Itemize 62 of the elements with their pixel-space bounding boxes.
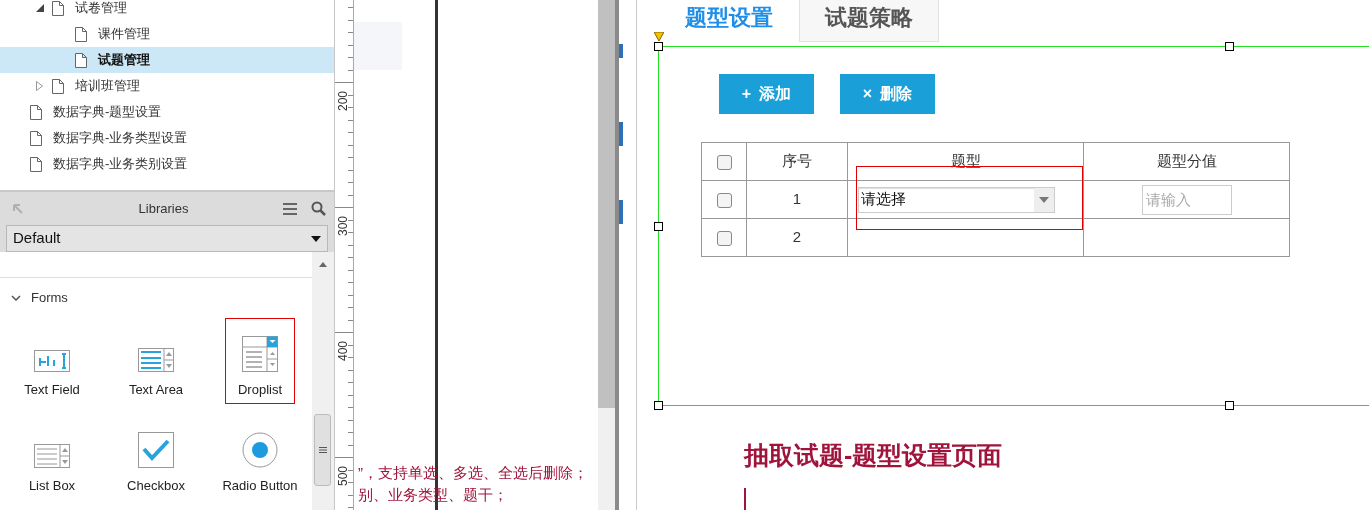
page-tree-item[interactable]: 培训班管理 bbox=[0, 73, 334, 99]
type-select[interactable]: 请选择 bbox=[858, 186, 1055, 213]
page-icon bbox=[30, 104, 42, 120]
scrollbar-thumb[interactable] bbox=[314, 414, 331, 486]
droplist-icon bbox=[242, 335, 278, 372]
page-icon bbox=[75, 26, 87, 42]
library-widget[interactable]: Checkbox bbox=[121, 414, 191, 500]
ruler-label: 200 bbox=[335, 90, 351, 113]
guide-marker bbox=[619, 44, 623, 58]
radio-button-icon bbox=[242, 431, 278, 468]
anchor-icon[interactable] bbox=[654, 32, 664, 41]
library-widget[interactable]: Text Field bbox=[17, 318, 87, 404]
section-header[interactable]: Forms bbox=[0, 278, 312, 318]
resize-handle[interactable] bbox=[654, 401, 663, 410]
panel-title: Libraries bbox=[137, 199, 190, 218]
ruler-label: 400 bbox=[335, 340, 351, 363]
checkbox[interactable] bbox=[716, 192, 732, 208]
column-header: 题型分值 bbox=[1083, 142, 1290, 181]
search-icon[interactable] bbox=[311, 201, 326, 216]
score-input[interactable]: 请输入 bbox=[1141, 184, 1232, 215]
guide-marker bbox=[619, 200, 623, 224]
ruler-label: 300 bbox=[335, 215, 351, 238]
page-tree-item[interactable]: 试卷管理 bbox=[0, 0, 334, 21]
page-tree-item[interactable]: 数据字典-题型设置 bbox=[0, 99, 334, 125]
library-widget[interactable]: Droplist bbox=[225, 318, 295, 404]
page-icon bbox=[75, 52, 87, 68]
text-field-icon bbox=[34, 349, 70, 372]
tab[interactable]: 试题策略 bbox=[799, 0, 939, 42]
page-heading: 抽取试题-题型设置页面 bbox=[744, 440, 1003, 471]
menu-icon[interactable] bbox=[283, 202, 297, 215]
resize-handle[interactable] bbox=[654, 222, 663, 231]
checkbox[interactable] bbox=[716, 154, 732, 170]
caret-icon bbox=[311, 235, 321, 242]
library-widget[interactable]: Text Area bbox=[121, 318, 191, 404]
text-area-icon bbox=[138, 347, 174, 372]
page-icon bbox=[30, 130, 42, 146]
scroll-up-icon[interactable] bbox=[319, 262, 327, 267]
table-cell: 2 bbox=[746, 218, 848, 257]
checkbox-icon bbox=[138, 431, 174, 468]
page-icon bbox=[30, 156, 42, 172]
page-tree-item[interactable]: 数据字典-业务类型设置 bbox=[0, 125, 334, 151]
column-header: 序号 bbox=[746, 142, 848, 181]
collapse-icon[interactable] bbox=[36, 4, 44, 12]
scrollbar-thumb[interactable] bbox=[598, 0, 615, 408]
checkbox[interactable] bbox=[716, 230, 732, 246]
library-dropdown[interactable]: Default bbox=[6, 225, 328, 252]
resize-handle[interactable] bbox=[1225, 401, 1234, 410]
guide-marker bbox=[619, 122, 623, 146]
library-widget[interactable]: Radio Button bbox=[225, 414, 295, 500]
list-box-icon bbox=[34, 443, 70, 468]
page-icon bbox=[52, 78, 64, 94]
page-tree-item[interactable]: 数据字典-业务类别设置 bbox=[0, 151, 334, 177]
page-tree-item[interactable]: 课件管理 bbox=[0, 21, 334, 47]
expand-icon[interactable] bbox=[36, 81, 43, 91]
resize-handle[interactable] bbox=[654, 42, 663, 51]
caret-icon bbox=[1039, 196, 1049, 203]
page-tree-item[interactable]: 试题管理 bbox=[0, 47, 334, 73]
table-cell: 1 bbox=[746, 180, 848, 219]
chevron-down-icon bbox=[11, 295, 21, 301]
resize-handle[interactable] bbox=[1225, 42, 1234, 51]
ruler-label: 500 bbox=[335, 465, 351, 488]
library-widget[interactable]: List Box bbox=[17, 414, 87, 500]
